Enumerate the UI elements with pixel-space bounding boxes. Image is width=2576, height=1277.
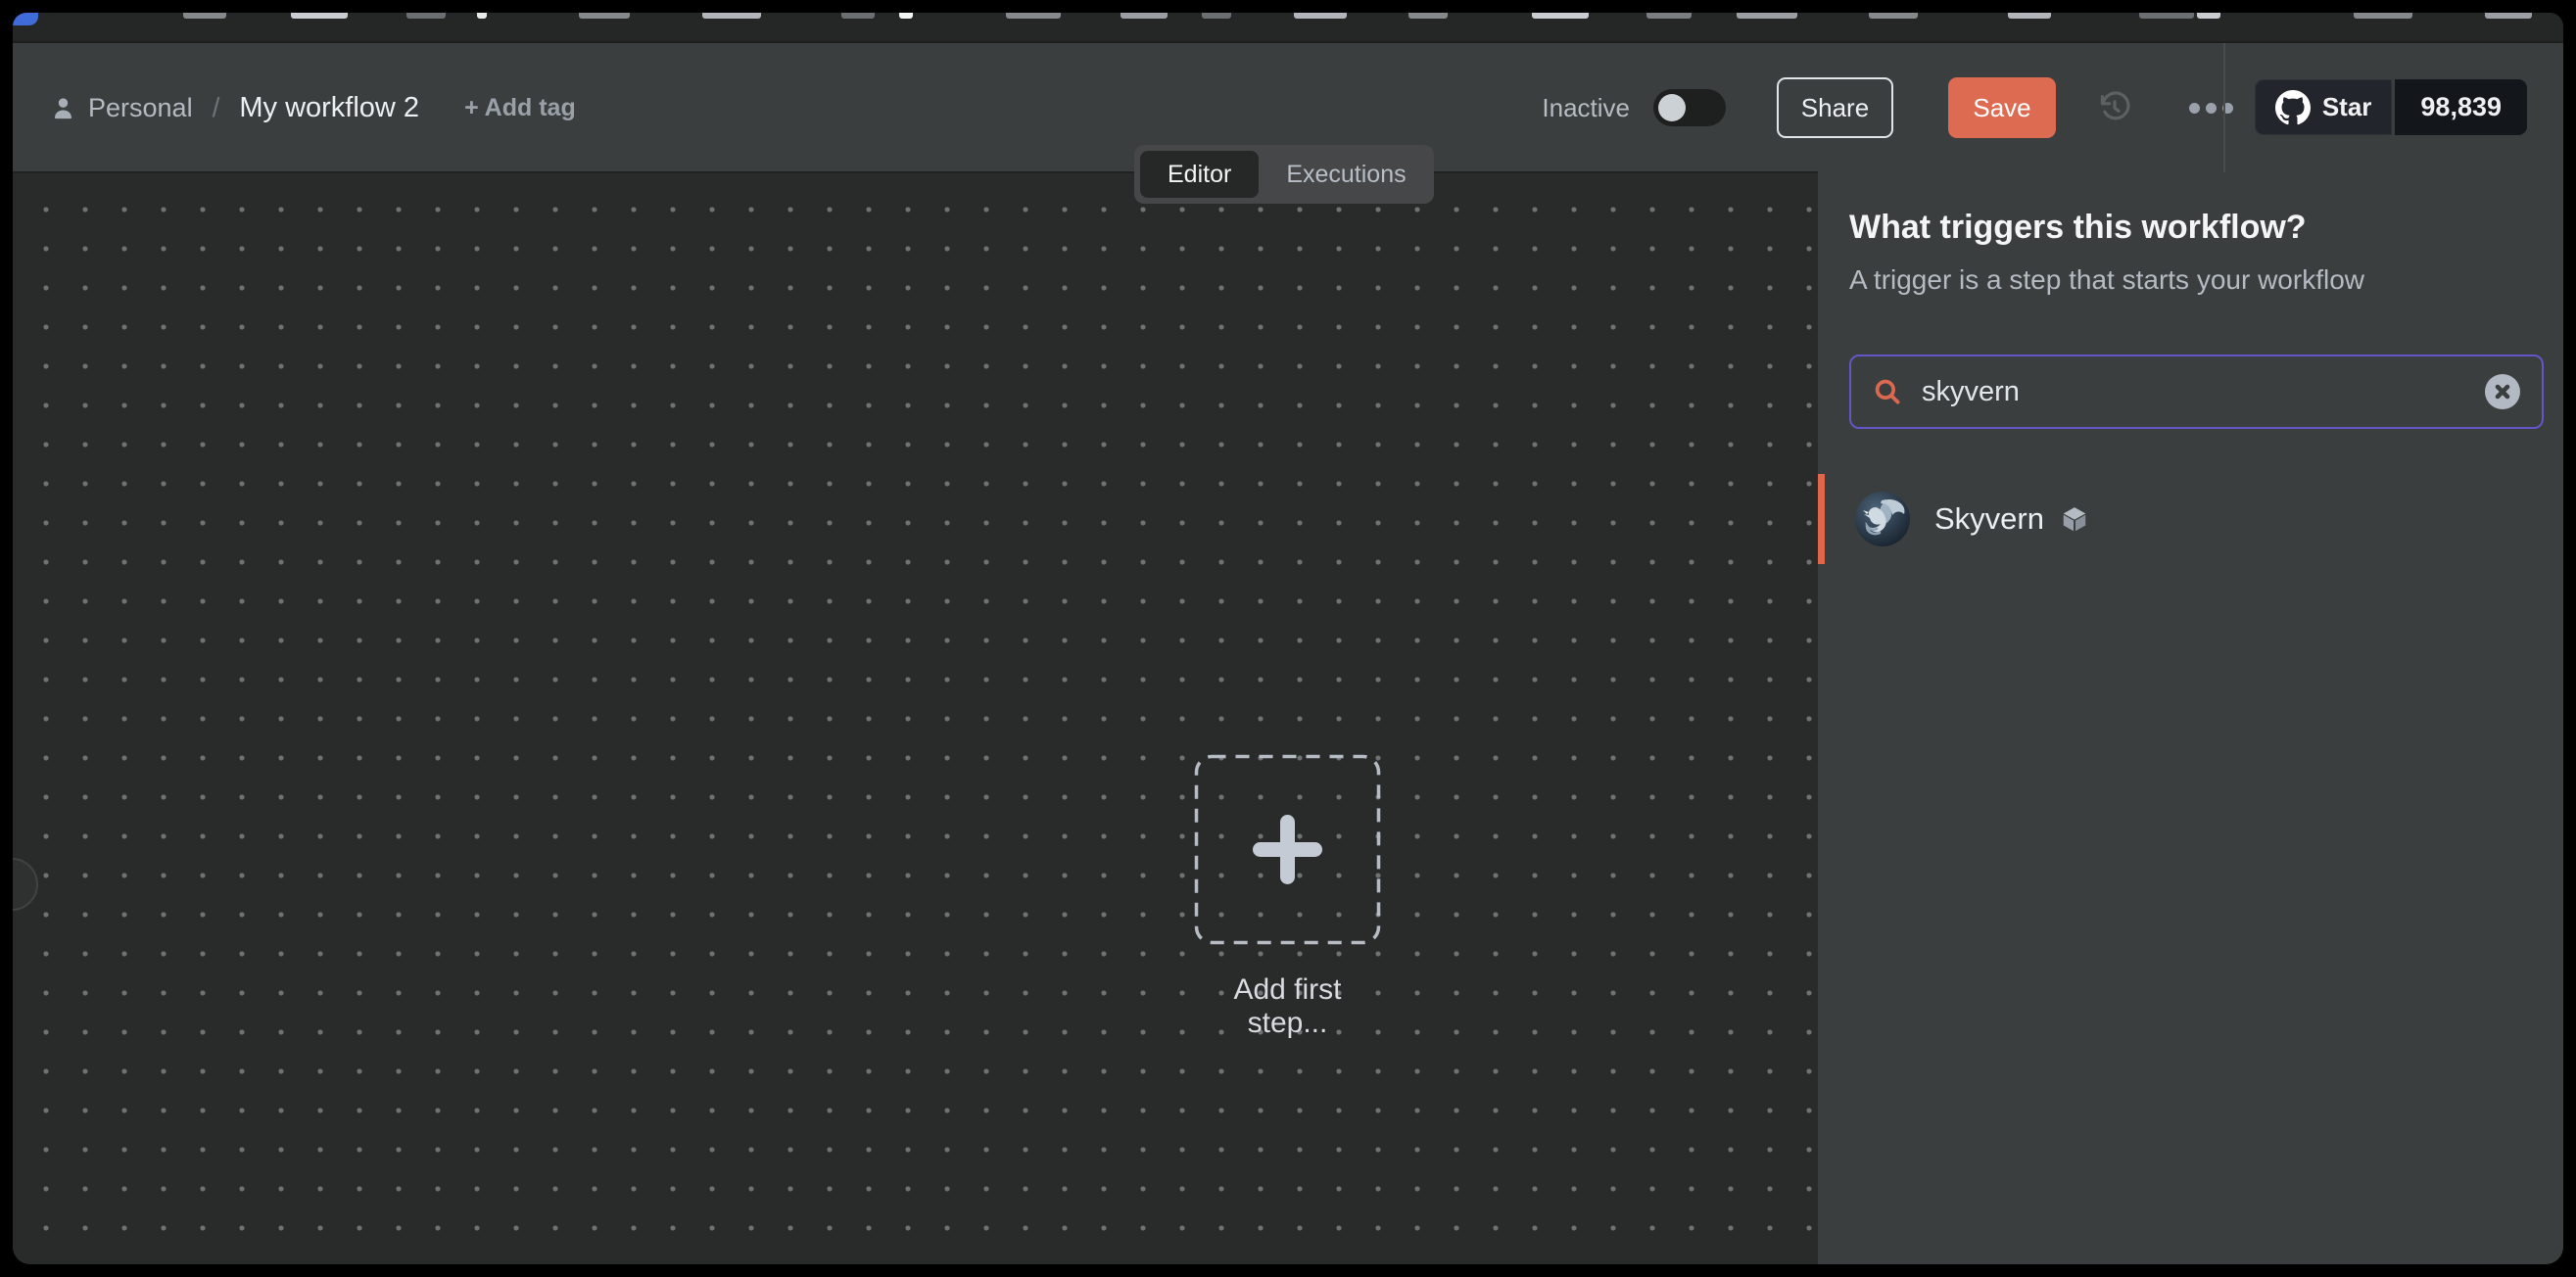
tab-fragment: [183, 13, 226, 19]
breadcrumb: Personal / My workflow 2 + Add tag: [50, 43, 576, 172]
tab-fragment: [1737, 13, 1797, 19]
workflow-status-label: Inactive: [1542, 93, 1630, 123]
clear-search-icon[interactable]: [2485, 374, 2520, 409]
tab-editor[interactable]: Editor: [1140, 151, 1259, 198]
view-tabs: Editor Executions: [1134, 145, 1434, 204]
github-star-widget: Star 98,839: [2255, 79, 2527, 135]
sidebar-expand-handle[interactable]: [13, 858, 38, 911]
workflow-canvas[interactable]: Add first step...: [13, 172, 1818, 1264]
header-controls: Inactive Share Save: [1542, 43, 2233, 172]
add-tag-button[interactable]: + Add tag: [464, 94, 576, 122]
result-row-skyvern[interactable]: Skyvern: [1818, 474, 2563, 564]
header-bottom-border: [13, 171, 1818, 173]
history-icon[interactable]: [2097, 90, 2132, 125]
active-toggle[interactable]: [1653, 89, 1726, 126]
user-icon: [50, 95, 76, 121]
share-button[interactable]: Share: [1777, 77, 1893, 138]
plus-icon: [1280, 815, 1295, 884]
tab-fragment: [2485, 13, 2532, 19]
tab-fragment: [2008, 13, 2051, 19]
result-name: Skyvern: [1934, 501, 2044, 537]
search-input[interactable]: [1922, 376, 2485, 408]
search-icon: [1873, 377, 1902, 406]
panel-subtitle: A trigger is a step that starts your wor…: [1849, 264, 2544, 296]
search-results: Skyvern: [1818, 474, 2563, 564]
browser-tab-strip: [13, 13, 2563, 43]
tab-fragment: [1294, 13, 1347, 19]
github-star-button[interactable]: Star: [2255, 79, 2393, 135]
tab-fragment: [406, 13, 446, 19]
workflow-title[interactable]: My workflow 2: [239, 92, 419, 124]
breadcrumb-owner[interactable]: Personal: [88, 93, 193, 123]
community-node-icon: [2060, 504, 2089, 534]
add-first-step-label: Add first step...: [1194, 973, 1381, 1040]
tab-fragment: [291, 13, 348, 19]
tab-fragment: [1408, 13, 1448, 19]
tab-fragment: [2197, 13, 2220, 19]
add-first-step-button[interactable]: [1194, 754, 1381, 945]
tab-fragment: [702, 13, 761, 19]
skyvern-logo-icon: [1854, 491, 1911, 547]
github-icon: [2275, 90, 2311, 125]
panel-title: What triggers this workflow?: [1849, 209, 2544, 247]
tab-fragment: [579, 13, 630, 19]
node-search-box: [1849, 355, 2544, 429]
trigger-panel: What triggers this workflow? A trigger i…: [1818, 172, 2563, 1264]
tab-fragment: [2354, 13, 2412, 19]
tab-fragment: [1202, 13, 1231, 19]
tab-fragment: [477, 13, 487, 19]
toggle-knob: [1658, 94, 1686, 121]
more-options-icon[interactable]: [2189, 103, 2233, 114]
result-hover-indicator: [1818, 474, 1825, 564]
github-star-label: Star: [2322, 92, 2372, 122]
breadcrumb-separator: /: [213, 92, 220, 123]
app-window: Personal / My workflow 2 + Add tag Inact…: [13, 13, 2563, 1264]
tab-fragment: [1646, 13, 1692, 19]
header-divider: [2223, 43, 2225, 172]
tab-fragment: [1869, 13, 1918, 19]
github-star-count[interactable]: 98,839: [2395, 79, 2527, 135]
tab-fragment: [1121, 13, 1168, 19]
save-button[interactable]: Save: [1948, 77, 2056, 138]
tab-fragment: [841, 13, 875, 19]
tab-executions[interactable]: Executions: [1259, 151, 1433, 198]
tab-fragment: [1532, 13, 1589, 19]
tab-fragment: [2139, 13, 2194, 19]
tab-fragment: [899, 13, 913, 19]
browser-corner-accent: [13, 13, 38, 25]
tab-fragment: [1006, 13, 1061, 19]
